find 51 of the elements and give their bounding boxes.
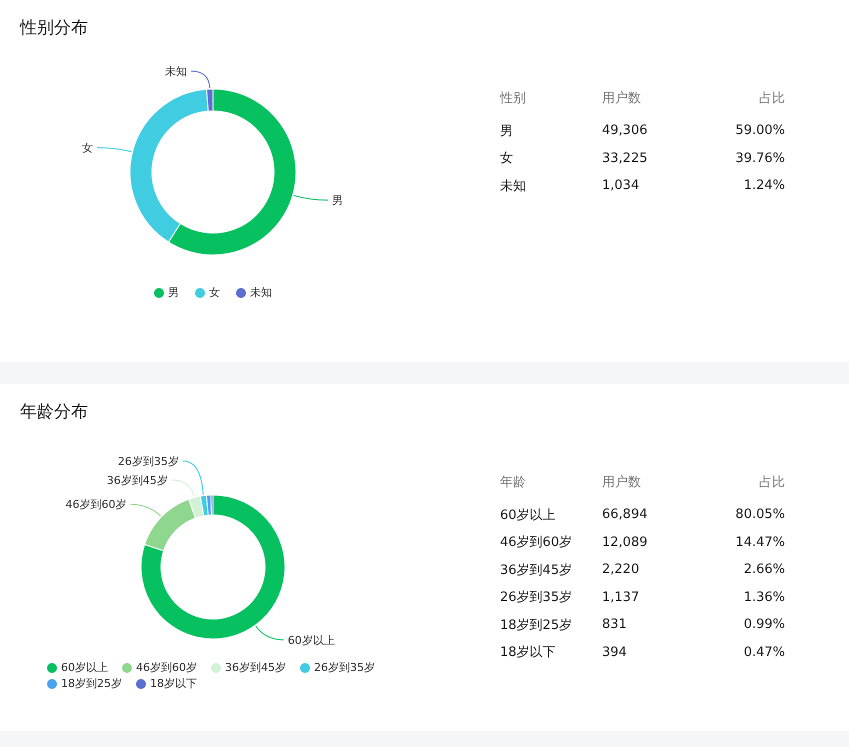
column-header: 性别 xyxy=(500,90,527,106)
slice-label: 26岁到35岁 xyxy=(118,455,179,468)
table-cell-text: 1,137 xyxy=(602,590,640,605)
table-cell-text: 女 xyxy=(500,150,514,168)
table-cell-text: 33,225 xyxy=(602,150,648,166)
table-cell-text: 18岁以下 xyxy=(500,644,557,662)
table-cell-text: 0.47% xyxy=(742,644,785,660)
section-title: 性别分布 xyxy=(20,17,89,40)
legend-label: 18岁到25岁 xyxy=(61,677,122,691)
slice-label: 男 xyxy=(332,194,343,208)
column-header: 用户数 xyxy=(602,474,642,490)
table-cell-text: 18岁到25岁 xyxy=(500,616,574,634)
column-header: 占比 xyxy=(758,90,785,106)
table-cell-text: 36岁到45岁 xyxy=(500,562,574,579)
table-cell-text: 394 xyxy=(602,644,628,660)
legend-label: 男 xyxy=(168,286,179,300)
table-cell-text: 未知 xyxy=(500,178,527,195)
table-cell-text: 14.47% xyxy=(734,534,785,550)
table-cell-text: 80.05% xyxy=(734,507,785,522)
table-cell-text: 1.24% xyxy=(742,178,785,194)
table-cell-text: 60岁以上 xyxy=(500,506,557,524)
slice-label: 36岁到45岁 xyxy=(106,474,168,488)
table-cell-text: 66,894 xyxy=(602,507,648,522)
table-cell-text: 59.00% xyxy=(734,123,785,138)
legend-label: 36岁到45岁 xyxy=(225,661,286,675)
table-cell-text: 46岁到60岁 xyxy=(500,534,574,552)
legend-label: 26岁到35岁 xyxy=(314,661,375,675)
table-cell-text: 2,220 xyxy=(602,562,640,578)
legend-label: 60岁以上 xyxy=(61,661,108,675)
legend-label: 18岁以下 xyxy=(150,677,197,691)
column-header: 占比 xyxy=(758,474,785,490)
table-cell-text: 12,089 xyxy=(602,534,648,550)
table-cell-text: 1.36% xyxy=(742,590,785,605)
legend-label: 未知 xyxy=(250,286,272,300)
table-cell-text: 1,034 xyxy=(602,178,640,194)
slice-label: 未知 xyxy=(165,65,188,78)
table-cell-text: 26岁到35岁 xyxy=(500,589,574,606)
table-cell-text: 0.99% xyxy=(742,617,785,632)
table-cell-text: 男 xyxy=(500,122,514,140)
legend-label: 女 xyxy=(209,286,220,300)
column-header: 年龄 xyxy=(500,474,527,490)
column-header: 用户数 xyxy=(602,90,642,106)
section-title: 年龄分布 xyxy=(20,401,89,424)
slice-label: 60岁以上 xyxy=(288,634,335,647)
legend-label: 46岁到60岁 xyxy=(136,661,197,675)
table-cell-text: 831 xyxy=(602,617,628,632)
slice-label: 46岁到60岁 xyxy=(66,498,126,512)
table-cell-text: 49,306 xyxy=(602,123,648,138)
slice-label: 女 xyxy=(82,142,93,155)
table-cell-text: 39.76% xyxy=(734,150,785,166)
table-cell-text: 2.66% xyxy=(742,562,785,578)
